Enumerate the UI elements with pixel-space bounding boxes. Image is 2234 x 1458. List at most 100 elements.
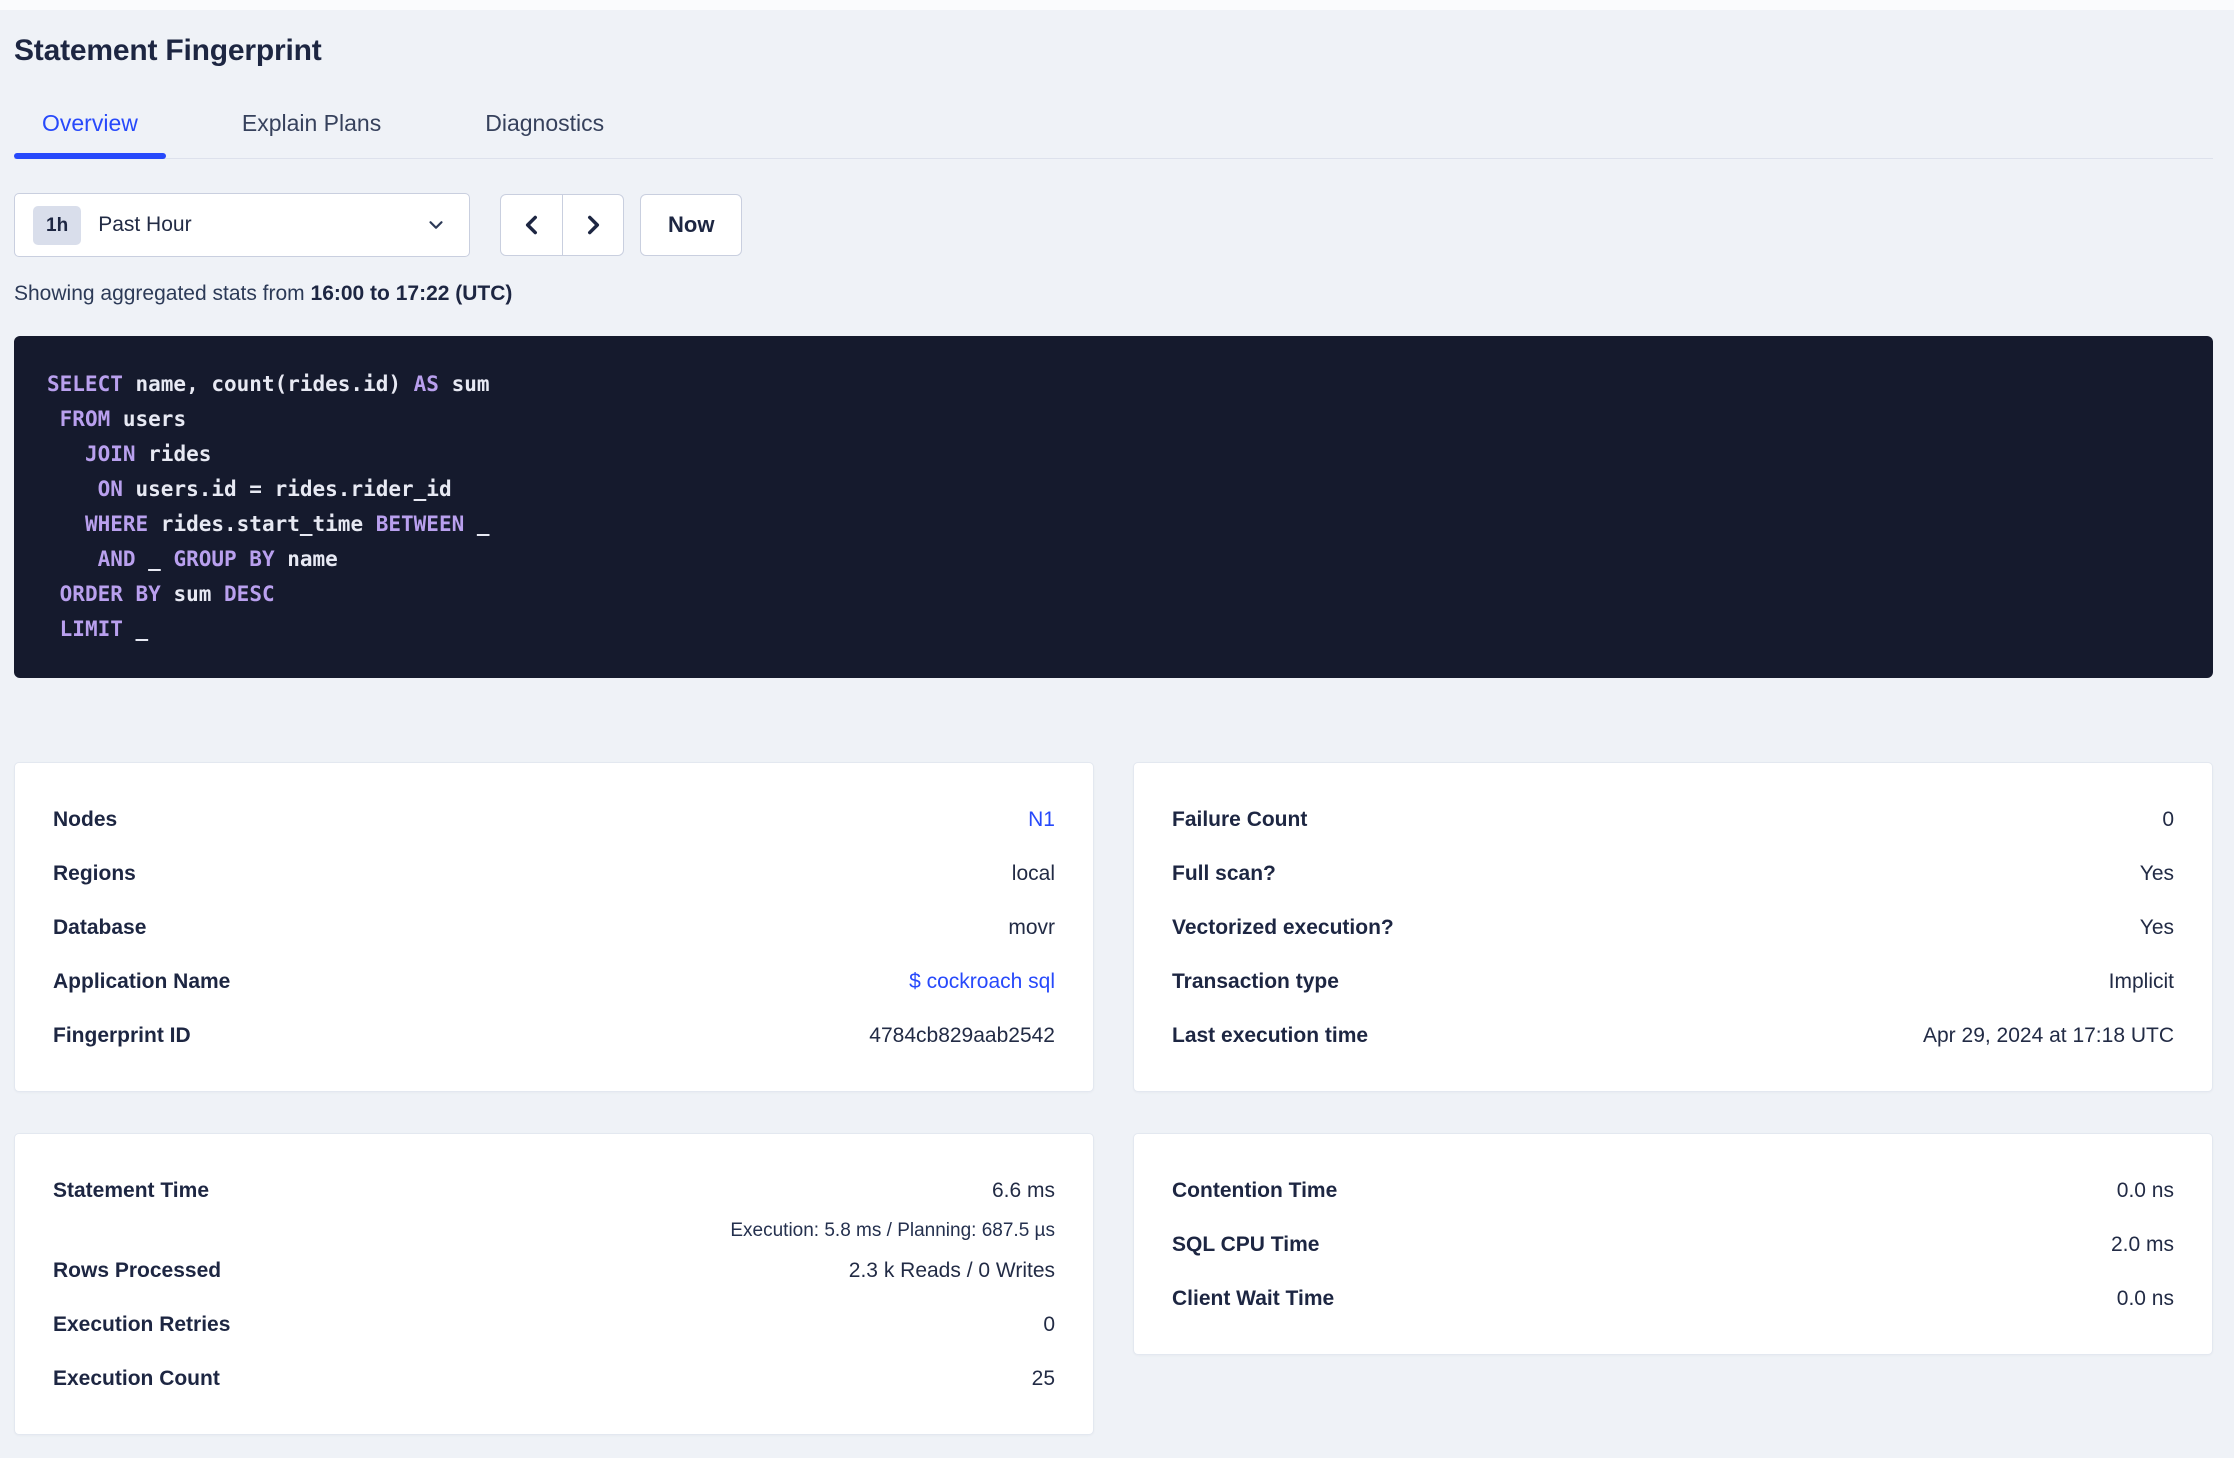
row-value-link[interactable]: $ cockroach sql	[909, 970, 1055, 994]
card-row: Database movr	[53, 901, 1055, 955]
execution-attributes-card: Failure Count 0 Full scan? Yes Vectorized ex…	[1133, 762, 2213, 1092]
stats-summary-prefix: Showing aggregated stats from	[14, 282, 311, 305]
row-value: 4784cb829aab2542	[869, 1024, 1055, 1047]
chevron-down-icon	[425, 214, 447, 236]
sql-keyword: LIMIT	[59, 617, 123, 641]
row-value-link[interactable]: N1	[1028, 808, 1055, 832]
sql-text: users	[110, 407, 187, 431]
row-label: Contention Time	[1172, 1179, 1338, 1202]
card-row: Vectorized execution? Yes	[1172, 901, 2174, 955]
sql-text: rides.start_time	[148, 512, 376, 536]
statement-fingerprint-page: Statement Fingerprint Overview Explain P…	[0, 34, 2234, 1435]
sql-line: FROM users	[47, 402, 2180, 437]
row-label: Fingerprint ID	[53, 1024, 191, 1047]
sql-text: users.id = rides.rider_id	[122, 477, 452, 501]
wait-times-card: Contention Time 0.0 ns SQL CPU Time 2.0 ms C…	[1133, 1133, 2213, 1355]
row-label: Execution Count	[53, 1367, 220, 1390]
card-row: Rows Processed 2.3 k Reads / 0 Writes	[53, 1244, 1055, 1298]
row-label: Rows Processed	[53, 1259, 222, 1282]
row-value: 6.6 ms	[991, 1179, 1055, 1202]
sql-text: sum	[438, 372, 490, 396]
row-value: Yes	[2139, 916, 2174, 939]
sql-text: _	[122, 617, 149, 641]
top-strip	[0, 0, 2234, 10]
now-button[interactable]: Now	[640, 194, 743, 256]
row-subvalue: Execution: 5.8 ms / Planning: 687.5 µs	[730, 1220, 1055, 1241]
sql-line: ON users.id = rides.rider_id	[47, 472, 2180, 507]
chevron-left-icon	[519, 212, 545, 238]
row-value: 25	[1031, 1367, 1055, 1390]
card-row: Nodes N1	[53, 793, 1055, 847]
statement-details-card: Nodes N1 Regions local Database movr Applicati…	[14, 762, 1094, 1092]
card-row: Application Name $ cockroach sql	[53, 955, 1055, 1009]
row-label: Application Name	[53, 970, 231, 993]
sql-keyword: WHERE	[84, 512, 149, 536]
sql-text: rides	[135, 442, 212, 466]
time-range-selector[interactable]: 1h Past Hour	[14, 193, 470, 257]
sql-keyword: SELECT	[47, 372, 123, 396]
tab-bar: Overview Explain Plans Diagnostics	[14, 110, 2213, 159]
row-value: 0.0 ns	[2116, 1287, 2174, 1310]
sql-keyword: DESC	[224, 582, 275, 606]
card-row: Fingerprint ID 4784cb829aab2542	[53, 1009, 1055, 1063]
row-label: Database	[53, 916, 147, 939]
row-value: 0	[1043, 1313, 1055, 1336]
chevron-right-icon	[580, 212, 606, 238]
row-value: 0.0 ns	[2116, 1179, 2174, 1202]
sql-keyword: ORDER BY	[59, 582, 161, 606]
card-row: Transaction type Implicit	[1172, 955, 2174, 1009]
time-range-label: Past Hour	[98, 213, 192, 236]
next-time-button[interactable]	[562, 195, 623, 255]
stats-summary: Showing aggregated stats from 16:00 to 1…	[14, 282, 2213, 306]
tab-diagnostics[interactable]: Diagnostics	[457, 110, 632, 158]
row-label: Last execution time	[1172, 1024, 1369, 1047]
sql-line: ORDER BY sum DESC	[47, 577, 2180, 612]
card-row: Contention Time 0.0 ns	[1172, 1164, 2174, 1218]
time-range-badge: 1h	[33, 205, 82, 245]
row-value: local	[1011, 862, 1055, 885]
sql-keyword: ON	[97, 477, 123, 501]
row-label: Full scan?	[1172, 862, 1276, 885]
row-value: Yes	[2139, 862, 2174, 885]
card-row: Execution Retries 0	[53, 1298, 1055, 1352]
sql-statement-box: SELECT name, count(rides.id) AS sum FROM…	[14, 336, 2213, 678]
sql-keyword: GROUP BY	[173, 547, 275, 571]
prev-time-button[interactable]	[501, 195, 562, 255]
card-row: Failure Count 0	[1172, 793, 2174, 847]
page-title: Statement Fingerprint	[14, 34, 322, 67]
statement-times-card: Statement Time 6.6 ms Execution: 5.8 ms / …	[14, 1133, 1094, 1435]
sql-text: name, count(rides.id)	[122, 372, 414, 396]
sql-line: LIMIT _	[47, 612, 2180, 647]
sql-keyword: BETWEEN	[375, 512, 465, 536]
sql-text: name	[274, 547, 338, 571]
sql-text: sum	[160, 582, 225, 606]
card-row: Full scan? Yes	[1172, 847, 2174, 901]
tab-explain-plans[interactable]: Explain Plans	[214, 110, 409, 158]
card-row: SQL CPU Time 2.0 ms	[1172, 1218, 2174, 1272]
overview-cards: Nodes N1 Regions local Database movr Applicati…	[14, 762, 2213, 1435]
row-label: Transaction type	[1172, 970, 1339, 993]
sql-text: _	[464, 512, 490, 536]
card-row: Statement Time 6.6 ms	[53, 1164, 1055, 1218]
sql-keyword: AS	[413, 372, 439, 396]
tab-overview[interactable]: Overview	[14, 110, 166, 159]
row-value: 0	[2162, 808, 2174, 831]
sql-keyword: FROM	[59, 407, 111, 431]
sql-line: SELECT name, count(rides.id) AS sum	[47, 367, 2180, 402]
row-value: 2.0 ms	[2110, 1233, 2174, 1256]
time-toolbar: 1h Past Hour Now	[14, 193, 2213, 257]
card-row: Last execution time Apr 29, 2024 at 17:18…	[1172, 1009, 2174, 1063]
row-label: Regions	[53, 862, 136, 885]
card-row: Regions local	[53, 847, 1055, 901]
stats-summary-range: 16:00 to 17:22 (UTC)	[310, 282, 513, 305]
card-row: Execution Count 25	[53, 1352, 1055, 1406]
sql-keyword: AND	[97, 547, 136, 571]
row-value: 2.3 k Reads / 0 Writes	[848, 1259, 1055, 1282]
